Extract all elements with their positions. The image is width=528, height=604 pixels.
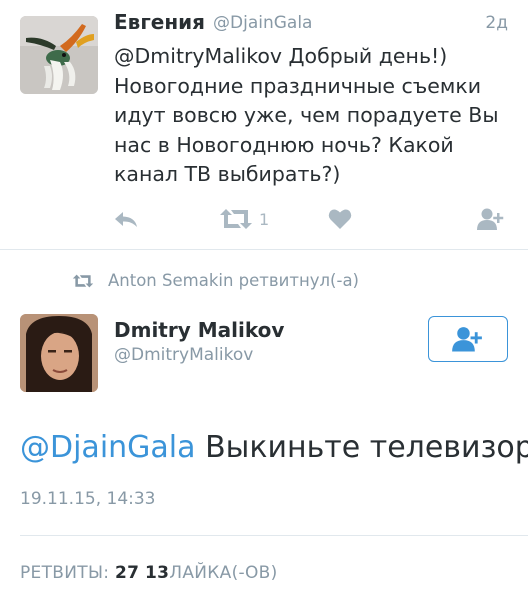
follow-button[interactable] bbox=[428, 316, 508, 362]
main-tweet-text: @DjainGala Выкиньте телевизор bbox=[20, 430, 528, 465]
follow-icon-button[interactable] bbox=[476, 202, 506, 236]
retweets-count[interactable]: 27 bbox=[115, 563, 139, 583]
hummingbird-avatar bbox=[20, 16, 98, 94]
reply-button[interactable] bbox=[113, 202, 139, 236]
heart-icon bbox=[328, 209, 352, 229]
avatar[interactable] bbox=[20, 16, 98, 94]
tweet-body: Выкиньте телевизор bbox=[195, 430, 528, 465]
tweet-stats: РЕТВИТЫ: 27 13ЛАЙКА(-ОВ) bbox=[20, 563, 278, 583]
divider bbox=[0, 249, 528, 250]
avatar[interactable] bbox=[20, 314, 98, 392]
retweet-button[interactable]: 1 bbox=[219, 202, 269, 236]
retweet-icon bbox=[220, 209, 252, 229]
tweet-time: 2д bbox=[485, 13, 508, 33]
author-name[interactable]: Евгения bbox=[114, 10, 205, 34]
retweet-count: 1 bbox=[259, 209, 270, 229]
tweet-date: 19.11.15, 14:33 bbox=[20, 489, 156, 509]
tweet-actions: 1 bbox=[0, 202, 528, 236]
author-handle[interactable]: @DjainGala bbox=[213, 13, 312, 33]
author-handle[interactable]: @DmitryMalikov bbox=[114, 345, 253, 365]
mention-link[interactable]: @DjainGala bbox=[20, 430, 196, 465]
like-button[interactable] bbox=[328, 202, 352, 236]
likes-label[interactable]: ЛАЙКА(-ОВ) bbox=[169, 563, 277, 583]
add-user-icon bbox=[477, 208, 504, 230]
retweets-label[interactable]: РЕТВИТЫ: bbox=[20, 563, 109, 583]
author-name[interactable]: Dmitry Malikov bbox=[114, 318, 284, 342]
reply-icon bbox=[115, 212, 137, 227]
retweet-icon bbox=[72, 274, 94, 287]
reply-tweet: Евгения @DjainGala 2д @DmitryMalikov Доб… bbox=[0, 0, 528, 248]
tweet-text: @DmitryMalikov Добрый день!) Новогодние … bbox=[114, 44, 499, 186]
retweeted-by-text[interactable]: Anton Semakin ретвитнул(-а) bbox=[108, 271, 359, 290]
person-avatar bbox=[20, 314, 98, 392]
add-user-icon bbox=[452, 327, 482, 352]
likes-count[interactable]: 13 bbox=[145, 563, 169, 583]
retweet-context: Anton Semakin ретвитнул(-а) bbox=[72, 271, 359, 290]
divider bbox=[20, 535, 528, 536]
